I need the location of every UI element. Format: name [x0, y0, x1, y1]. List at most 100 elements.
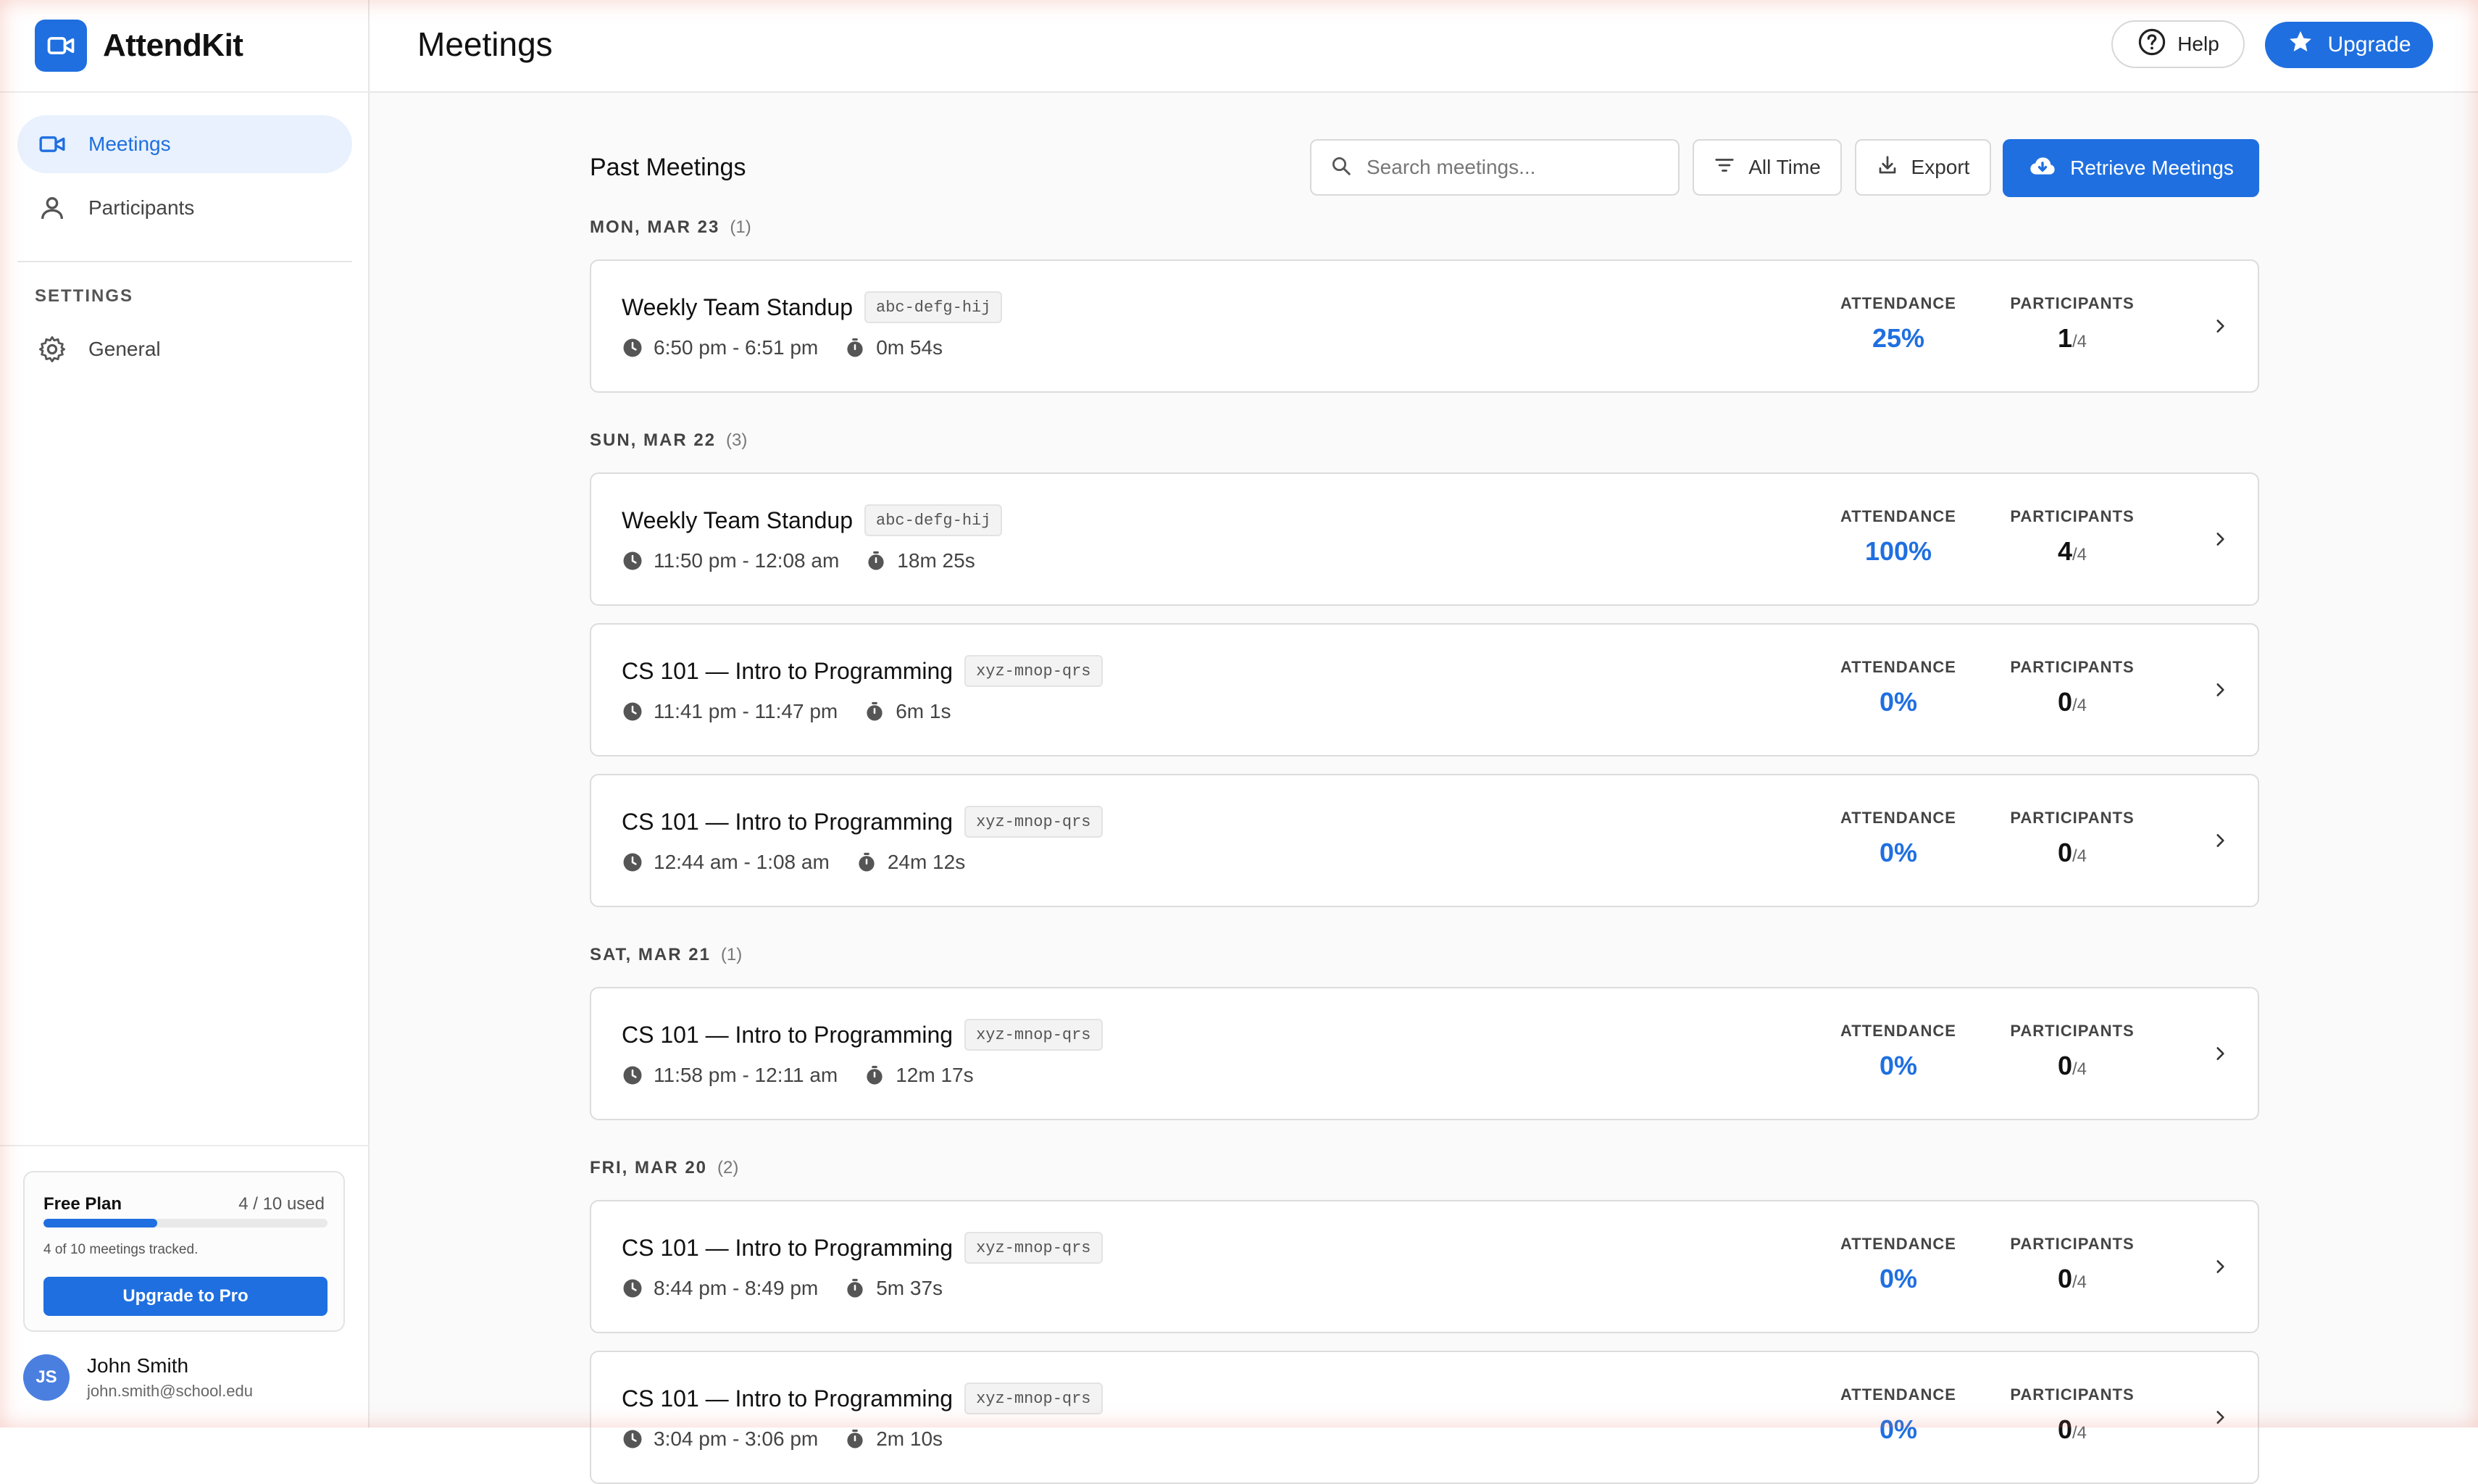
export-button[interactable]: Export — [1855, 139, 1991, 196]
meeting-card[interactable]: Weekly Team Standup abc-defg-hij 11:50 pm … — [590, 472, 2259, 606]
main-content: Past Meetings All Time Export Retrieve M… — [370, 93, 2478, 1484]
participants-total: /4 — [2072, 1272, 2087, 1292]
participants-value: 0/4 — [2000, 1414, 2145, 1445]
meeting-time-range: 11:41 pm - 11:47 pm — [654, 700, 838, 722]
participants-stat: PARTICIPANTS 0/4 — [2000, 658, 2145, 717]
meeting-card[interactable]: CS 101 — Intro to Programming xyz-mnop-qr… — [590, 623, 2259, 756]
meeting-code-chip: xyz-mnop-qrs — [964, 655, 1103, 687]
meeting-duration: 24m 12s — [887, 851, 966, 873]
timer-icon — [864, 1064, 885, 1086]
meeting-card[interactable]: CS 101 — Intro to Programming xyz-mnop-qr… — [590, 774, 2259, 907]
meeting-code-chip: abc-defg-hij — [864, 291, 1003, 323]
attendance-value: 0% — [1879, 1051, 1918, 1080]
clock-icon — [622, 1064, 643, 1086]
participants-stat: PARTICIPANTS 0/4 — [2000, 1385, 2145, 1445]
participants-total: /4 — [2072, 846, 2087, 866]
chevron-right-icon[interactable] — [2206, 1252, 2235, 1281]
meeting-code-chip: xyz-mnop-qrs — [964, 806, 1103, 838]
participants-value: 1/4 — [2000, 323, 2145, 354]
export-label: Export — [1911, 156, 1970, 178]
attendance-label: ATTENDANCE — [1840, 809, 1956, 827]
meeting-duration: 12m 17s — [896, 1064, 974, 1086]
participants-value: 0/4 — [2000, 687, 2145, 717]
help-circle-icon — [2137, 27, 2167, 62]
attendance-value: 0% — [1879, 1264, 1918, 1293]
sidebar-item-participants[interactable]: Participants — [17, 179, 352, 237]
meeting-duration: 5m 37s — [876, 1277, 943, 1299]
meeting-card[interactable]: CS 101 — Intro to Programming xyz-mnop-qr… — [590, 1200, 2259, 1333]
timer-icon — [865, 550, 887, 572]
meeting-title: Weekly Team Standup — [622, 507, 853, 533]
attendance-label: ATTENDANCE — [1840, 1385, 1956, 1404]
meeting-card[interactable]: CS 101 — Intro to Programming xyz-mnop-qr… — [590, 1351, 2259, 1484]
participants-value: 0/4 — [2000, 838, 2145, 868]
participants-label: PARTICIPANTS — [2010, 809, 2135, 827]
meeting-title: CS 101 — Intro to Programming — [622, 1021, 954, 1048]
avatar: JS — [23, 1354, 70, 1401]
time-filter-button[interactable]: All Time — [1693, 139, 1842, 196]
participants-count: 1 — [2057, 323, 2072, 353]
help-button[interactable]: Help — [2111, 20, 2245, 68]
section-title: Past Meetings — [590, 154, 746, 181]
video-camera-icon — [36, 128, 68, 160]
brand[interactable]: AttendKit — [35, 19, 243, 72]
attendance-label: ATTENDANCE — [1840, 1235, 1956, 1253]
participants-count: 0 — [2057, 838, 2072, 867]
participants-count: 0 — [2057, 687, 2072, 717]
upgrade-label: Upgrade — [2327, 33, 2411, 57]
download-icon — [1877, 154, 1898, 181]
date-label: SAT, MAR 21 — [590, 945, 711, 964]
timer-icon — [844, 1277, 866, 1299]
divider — [17, 261, 352, 262]
meeting-code-chip: abc-defg-hij — [864, 504, 1003, 536]
sidebar: AttendKit Meetings Participants SETTINGS… — [0, 0, 370, 1427]
meeting-time-range: 11:50 pm - 12:08 am — [654, 549, 840, 572]
search-input[interactable] — [1365, 155, 1658, 180]
date-label: FRI, MAR 20 — [590, 1158, 708, 1177]
search-icon — [1330, 155, 1352, 180]
attendance-label: ATTENDANCE — [1840, 1022, 1956, 1040]
participants-count: 0 — [2057, 1051, 2072, 1080]
sidebar-item-general[interactable]: General — [17, 320, 352, 378]
upgrade-to-pro-button[interactable]: Upgrade to Pro — [43, 1277, 328, 1316]
chevron-right-icon[interactable] — [2206, 675, 2235, 704]
sidebar-item-label: Meetings — [88, 133, 171, 155]
meeting-title: CS 101 — Intro to Programming — [622, 657, 954, 684]
meeting-title: CS 101 — Intro to Programming — [622, 1385, 954, 1412]
user-profile[interactable]: JS John Smith john.smith@school.edu — [23, 1351, 253, 1404]
sidebar-item-meetings[interactable]: Meetings — [17, 115, 352, 173]
meeting-card[interactable]: Weekly Team Standup abc-defg-hij 6:50 pm -… — [590, 259, 2259, 393]
meeting-time-range: 12:44 am - 1:08 am — [654, 851, 830, 873]
participants-total: /4 — [2072, 696, 2087, 715]
attendance-stat: ATTENDANCE 0% — [1826, 658, 1971, 717]
attendance-stat: ATTENDANCE 100% — [1826, 507, 1971, 567]
attendance-label: ATTENDANCE — [1840, 507, 1956, 525]
date-group-header: MON, MAR 23 (1) — [590, 217, 751, 238]
chevron-right-icon[interactable] — [2206, 1039, 2235, 1068]
chevron-right-icon[interactable] — [2206, 525, 2235, 554]
participants-value: 4/4 — [2000, 536, 2145, 567]
attendance-value: 0% — [1879, 1414, 1918, 1444]
meeting-duration: 18m 25s — [897, 549, 975, 572]
participants-stat: PARTICIPANTS 0/4 — [2000, 1022, 2145, 1081]
timer-icon — [844, 337, 866, 359]
chevron-right-icon[interactable] — [2206, 312, 2235, 341]
upgrade-button[interactable]: Upgrade — [2265, 22, 2433, 68]
date-group-header: SAT, MAR 21 (1) — [590, 945, 742, 965]
chevron-right-icon[interactable] — [2206, 1403, 2235, 1432]
plan-card: Free Plan 4 / 10 used 4 of 10 meetings t… — [23, 1171, 345, 1332]
participants-stat: PARTICIPANTS 0/4 — [2000, 1235, 2145, 1294]
participants-total: /4 — [2072, 545, 2087, 564]
date-count: (1) — [720, 945, 743, 964]
attendance-stat: ATTENDANCE 25% — [1826, 294, 1971, 354]
meeting-time-range: 8:44 pm - 8:49 pm — [654, 1277, 819, 1299]
participants-count: 4 — [2057, 536, 2072, 566]
chevron-right-icon[interactable] — [2206, 826, 2235, 855]
person-icon — [36, 192, 68, 224]
meeting-card[interactable]: CS 101 — Intro to Programming xyz-mnop-qr… — [590, 987, 2259, 1120]
attendance-label: ATTENDANCE — [1840, 658, 1956, 676]
participants-value: 0/4 — [2000, 1264, 2145, 1294]
search-box[interactable] — [1310, 139, 1680, 196]
participants-label: PARTICIPANTS — [2010, 507, 2135, 525]
retrieve-meetings-button[interactable]: Retrieve Meetings — [2003, 139, 2259, 197]
